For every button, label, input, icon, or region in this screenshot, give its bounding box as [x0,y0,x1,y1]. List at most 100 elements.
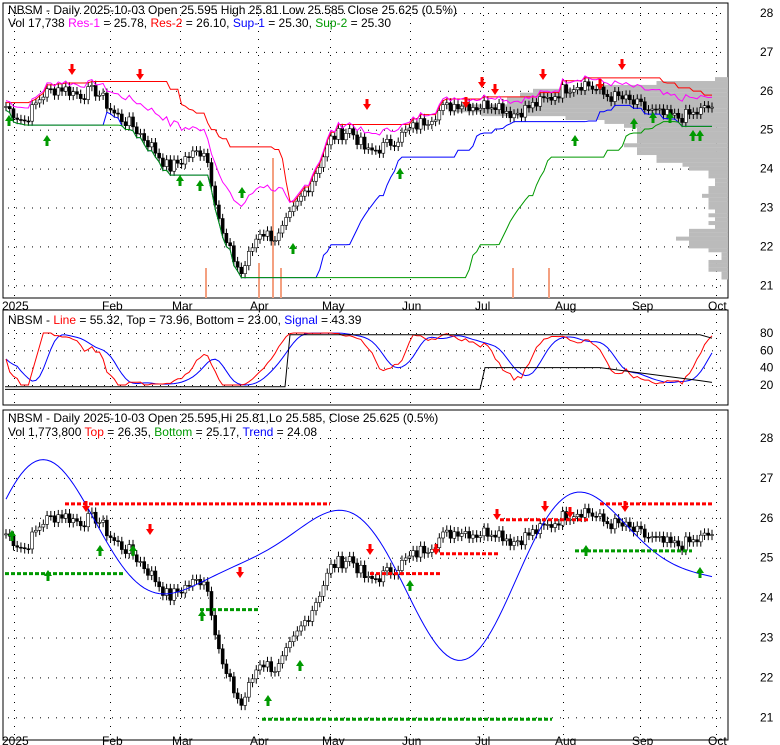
grid-dot [464,367,465,369]
grid-dot [536,477,537,479]
grid-dot [258,223,259,224]
grid-dot [563,550,564,551]
grid-dot [480,51,481,53]
grid-dot [504,168,505,170]
grid-dot [672,333,673,334]
grid-dot [488,13,489,14]
grid-dot [483,646,484,647]
grid-dot [200,207,201,209]
grid-dot [480,207,481,209]
grid-dot [258,31,259,32]
grid-dot [552,477,553,479]
grid-dot [14,678,15,679]
grid-dot [563,167,564,168]
grid-dot [640,662,641,663]
grid-dot [258,87,259,88]
grid-dot [48,129,49,131]
candle-body [471,534,475,539]
grid-dot [8,207,9,209]
grid-dot [112,385,113,386]
grid-dot [330,402,331,403]
grid-dot [110,478,111,479]
grid-dot [640,338,641,339]
grid-dot [720,517,721,519]
candle-body [698,534,703,543]
grid-dot [528,168,529,170]
grid-dot [368,129,369,131]
grid-dot [563,654,564,655]
grid-dot [563,478,564,479]
candle-body [527,105,531,109]
grid-dot [576,557,577,559]
grid-dot [563,630,564,631]
grid-dot [14,694,15,695]
grid-dot [552,285,553,287]
grid-dot [280,385,281,386]
grid-dot [32,129,33,131]
grid-dot [288,385,289,386]
grid-dot [288,637,289,639]
grid-dot [483,183,484,184]
grid-dot [256,90,257,92]
grid-dot [56,597,57,599]
grid-dot [56,557,57,559]
grid-dot [483,566,484,567]
grid-dot [180,662,181,663]
grid-dot [180,223,181,224]
res1-label: Res-1 [68,16,100,30]
grid-dot [296,51,297,53]
grid-dot [180,47,181,48]
candle-body [26,548,31,551]
grid-dot [496,285,497,287]
candle-body [146,140,150,148]
grid-dot [14,638,15,639]
grid-dot [336,385,337,386]
grid-dot [176,90,177,92]
grid-dot [330,223,331,224]
grid-dot [584,246,585,248]
grid-dot [224,557,225,559]
candle-body [530,102,535,109]
grid-dot [192,517,193,519]
grid-dot [330,79,331,80]
grid-dot [328,597,329,599]
grid-dot [472,168,473,170]
grid-dot [368,90,369,92]
candle-body [374,149,378,152]
grid-dot [152,207,153,209]
sup1-value: = 25.30, [265,16,315,30]
grid-dot [560,637,561,639]
grid-dot [552,517,553,519]
grid-dot [716,670,717,671]
grid-dot [256,285,257,287]
grid-dot [640,677,641,679]
grid-dot [720,597,721,599]
grid-dot [656,246,657,248]
grid-dot [72,168,73,170]
grid-dot [563,191,564,192]
grid-dot [224,207,225,209]
candle-body [26,120,31,123]
grid-dot [330,127,331,128]
grid-dot [180,39,181,40]
grid-dot [672,637,673,639]
candle-body [695,111,699,115]
candle-body [403,129,408,133]
grid-dot [640,477,641,479]
grid-dot [88,597,89,599]
grid-dot [112,517,113,519]
grid-dot [672,557,673,559]
grid-dot [608,246,609,248]
grid-dot [672,597,673,599]
grid-dot [110,247,111,248]
grid-dot [200,246,201,248]
grid-dot [563,494,564,495]
grid-dot [264,168,265,170]
grid-dot [368,597,369,599]
grid-dot [656,285,657,287]
grid-dot [563,402,564,403]
grid-dot [96,350,97,352]
grid-dot [144,207,145,209]
grid-dot [144,168,145,170]
grid-dot [608,438,609,439]
